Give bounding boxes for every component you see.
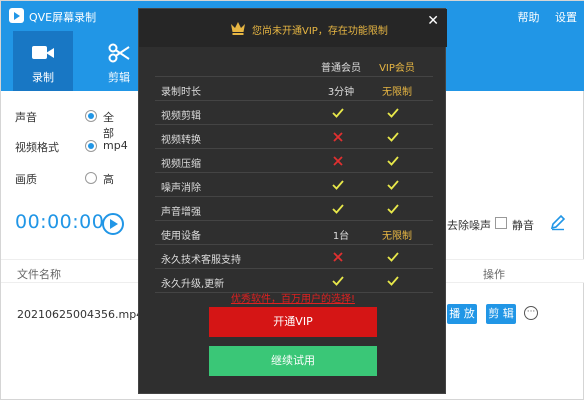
check-icon <box>331 107 345 119</box>
vip-table-row: 视频转换 <box>155 125 433 149</box>
open-vip-button[interactable]: 开通VIP <box>209 307 377 337</box>
check-icon <box>386 179 400 191</box>
cross-icon <box>331 131 345 143</box>
title-bar-menu: 帮助 设置 <box>506 9 578 25</box>
check-icon <box>331 179 345 191</box>
vip-dialog: 您尚未开通VIP，存在功能限制 ✕ 普通会员 VIP会员 录制时长 3分钟 无限制视… <box>138 8 447 394</box>
feature-label: 声音增强 <box>161 207 201 218</box>
col-filename: 文件名称 <box>17 268 61 281</box>
check-icon <box>386 107 400 119</box>
play-button[interactable]: 播 放 <box>447 304 477 324</box>
settings-link[interactable]: 设置 <box>555 11 577 24</box>
feature-label: 永久升级,更新 <box>161 279 225 290</box>
file-name: 20210625004356.mp4 <box>17 308 144 321</box>
start-record-button[interactable] <box>102 213 124 235</box>
vip-table-row: 视频压缩 <box>155 149 433 173</box>
check-icon <box>386 155 400 167</box>
record-timer: 00:00:00 <box>15 211 105 233</box>
camera-icon <box>31 43 55 63</box>
close-icon[interactable]: ✕ <box>427 13 439 29</box>
help-link[interactable]: 帮助 <box>518 11 540 24</box>
format-mp4-label: mp4 <box>103 139 128 152</box>
col-actions: 操作 <box>483 268 505 281</box>
quality-high-label: 高 <box>103 173 114 186</box>
col-normal-member: 普通会员 <box>321 63 361 74</box>
feature-label: 永久技术客服支持 <box>161 255 241 266</box>
check-icon <box>331 203 345 215</box>
audio-label: 声音 <box>15 111 37 124</box>
check-icon <box>386 275 400 287</box>
vip-table-row: 录制时长 3分钟 无限制 <box>155 77 433 101</box>
mute-label: 静音 <box>512 219 534 232</box>
mute-checkbox[interactable] <box>495 217 507 229</box>
vip-member-value: 无限制 <box>382 231 412 242</box>
feature-label: 使用设备 <box>161 231 201 242</box>
cross-icon <box>331 251 345 263</box>
col-vip-member: VIP会员 <box>379 63 415 74</box>
check-icon <box>331 275 345 287</box>
tab-record[interactable]: 录制 <box>13 31 73 91</box>
cross-icon <box>331 155 345 167</box>
app-title: QVE屏幕录制 <box>29 11 97 24</box>
normal-member-value: 1台 <box>332 231 350 242</box>
audio-all-radio[interactable] <box>85 110 97 122</box>
vip-dialog-title: 您尚未开通VIP，存在功能限制 <box>252 26 388 37</box>
check-icon <box>386 203 400 215</box>
vip-table-row: 声音增强 <box>155 197 433 221</box>
vip-table-row: 使用设备 1台 无限制 <box>155 221 433 245</box>
vip-dialog-header: 您尚未开通VIP，存在功能限制 ✕ <box>139 9 447 47</box>
normal-member-value: 3分钟 <box>327 87 355 98</box>
feature-label: 录制时长 <box>161 87 201 98</box>
tab-record-label: 录制 <box>32 71 54 84</box>
denoise-label: 去除噪声 <box>447 219 491 232</box>
pen-icon[interactable] <box>549 213 567 231</box>
feature-label: 视频压缩 <box>161 159 201 170</box>
feature-label: 视频转换 <box>161 135 201 146</box>
format-label: 视频格式 <box>15 141 59 154</box>
format-mp4-radio[interactable] <box>85 140 97 152</box>
feature-label: 视频剪辑 <box>161 111 201 122</box>
check-icon <box>386 251 400 263</box>
scissors-icon <box>107 43 131 63</box>
vip-table-row: 永久技术客服支持 <box>155 245 433 269</box>
edit-button[interactable]: 剪 辑 <box>486 304 516 324</box>
app-logo-icon <box>9 8 24 23</box>
feature-label: 噪声消除 <box>161 183 201 194</box>
vip-table-row: 视频剪辑 <box>155 101 433 125</box>
vip-table-row: 噪声消除 <box>155 173 433 197</box>
promo-text[interactable]: 优秀软件，百万用户的选择! <box>139 290 447 305</box>
crown-icon <box>230 21 246 35</box>
check-icon <box>386 131 400 143</box>
quality-label: 画质 <box>15 173 37 186</box>
vip-table-header: 普通会员 VIP会员 <box>155 53 433 77</box>
vip-member-value: 无限制 <box>382 87 412 98</box>
audio-all-label: 全部 <box>103 111 114 140</box>
continue-trial-button[interactable]: 继续试用 <box>209 346 377 376</box>
more-icon[interactable]: ··· <box>524 306 538 320</box>
quality-high-radio[interactable] <box>85 172 97 184</box>
